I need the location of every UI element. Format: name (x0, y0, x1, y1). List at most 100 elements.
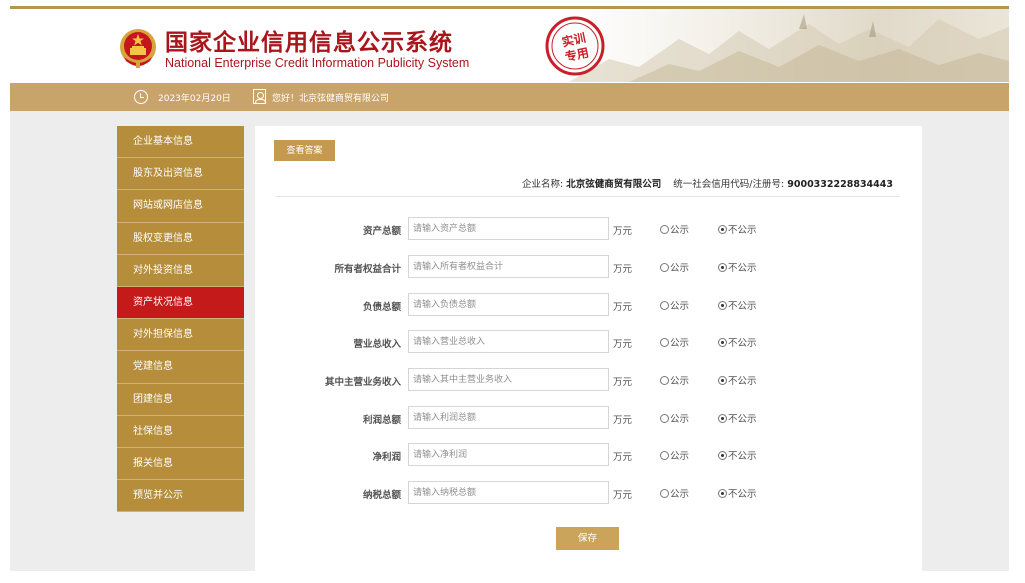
sidebar-item-equity-change[interactable]: 股权变更信息 (117, 222, 244, 255)
public-radio[interactable]: 公示 (660, 486, 689, 500)
public-radio[interactable]: 公示 (660, 298, 689, 312)
amount-input[interactable] (408, 406, 609, 429)
radio-checked-icon (718, 262, 727, 272)
form-row: 营业总收入 万元 公示 不公示 (255, 330, 922, 354)
public-radio[interactable]: 公示 (660, 411, 689, 425)
public-radio-label: 公示 (670, 451, 690, 462)
nonpublic-radio[interactable]: 不公示 (718, 298, 757, 312)
company-label: 企业名称: (521, 179, 564, 190)
public-radio-label: 公示 (670, 414, 690, 425)
nonpublic-radio[interactable]: 不公示 (718, 335, 757, 349)
sidebar-item-guarantee[interactable]: 对外担保信息 (117, 319, 244, 352)
radio-unchecked-icon (660, 375, 669, 385)
amount-input[interactable] (408, 443, 609, 466)
radio-unchecked-icon (660, 300, 669, 310)
training-stamp: 实训 专用 (545, 16, 605, 76)
site-title-chinese: 国家企业信用信息公示系统 (165, 30, 453, 56)
sidebar-item-preview-publish[interactable]: 预览并公示 (117, 480, 244, 513)
form-row: 利润总额 万元 公示 不公示 (255, 406, 922, 430)
public-radio[interactable]: 公示 (660, 448, 689, 462)
sidebar-item-basic-info[interactable]: 企业基本信息 (117, 126, 244, 159)
current-date: 2023年02月20日 (158, 94, 231, 104)
public-radio[interactable]: 公示 (660, 335, 689, 349)
sidebar-item-shareholders[interactable]: 股东及出资信息 (117, 158, 244, 191)
form-row: 负债总额 万元 公示 不公示 (255, 293, 922, 317)
field-label: 纳税总额 (362, 490, 401, 501)
nonpublic-radio-label: 不公示 (728, 451, 757, 462)
nonpublic-radio[interactable]: 不公示 (718, 260, 757, 274)
field-label: 营业总收入 (353, 339, 401, 350)
form-row: 其中主营业务收入 万元 公示 不公示 (255, 368, 922, 392)
unit-label: 万元 (613, 302, 633, 313)
sidebar-nav: 企业基本信息 股东及出资信息 网站或网店信息 股权变更信息 对外投资信息 资产状… (117, 126, 244, 513)
sidebar-item-investment[interactable]: 对外投资信息 (117, 254, 244, 287)
radio-checked-icon (718, 375, 727, 385)
user-icon (253, 89, 266, 104)
company-info-line: 企业名称: 北京弦健商贸有限公司 统一社会信用代码/注册号: 900033222… (522, 176, 893, 190)
amount-input[interactable] (408, 217, 609, 240)
amount-input[interactable] (408, 368, 609, 391)
nonpublic-radio[interactable]: 不公示 (718, 373, 757, 387)
divider (275, 196, 900, 197)
radio-checked-icon (718, 450, 727, 460)
radio-unchecked-icon (660, 224, 669, 234)
radio-unchecked-icon (660, 337, 669, 347)
nonpublic-radio[interactable]: 不公示 (718, 448, 757, 462)
mountain-illustration (569, 14, 1009, 82)
radio-checked-icon (718, 337, 727, 347)
unit-label: 万元 (613, 339, 633, 350)
amount-input[interactable] (408, 293, 609, 316)
field-label: 利润总额 (362, 415, 401, 426)
radio-unchecked-icon (660, 450, 669, 460)
form-row: 所有者权益合计 万元 公示 不公示 (255, 255, 922, 279)
public-radio[interactable]: 公示 (660, 222, 689, 236)
save-button[interactable]: 保存 (556, 527, 619, 550)
sidebar-item-website[interactable]: 网站或网店信息 (117, 190, 244, 223)
public-radio-label: 公示 (670, 263, 690, 274)
field-label: 负债总额 (362, 302, 401, 313)
radio-checked-icon (718, 224, 727, 234)
sidebar-item-customs[interactable]: 报关信息 (117, 447, 244, 481)
public-radio[interactable]: 公示 (660, 260, 689, 274)
unit-label: 万元 (613, 264, 633, 275)
nonpublic-radio[interactable]: 不公示 (718, 486, 757, 500)
site-header: 国家企业信用信息公示系统 National Enterprise Credit … (10, 9, 1009, 82)
nonpublic-radio[interactable]: 不公示 (718, 222, 757, 236)
public-radio-label: 公示 (670, 338, 690, 349)
nonpublic-radio-label: 不公示 (728, 338, 757, 349)
amount-input[interactable] (408, 255, 609, 278)
header-landscape-background (569, 9, 1009, 82)
nonpublic-radio-label: 不公示 (728, 489, 757, 500)
public-radio[interactable]: 公示 (660, 373, 689, 387)
radio-checked-icon (718, 413, 727, 423)
asset-form-panel: 查看答案 企业名称: 北京弦健商贸有限公司 统一社会信用代码/注册号: 9000… (255, 126, 922, 571)
sidebar-item-assets[interactable]: 资产状况信息 (117, 286, 244, 320)
amount-input[interactable] (408, 330, 609, 353)
public-radio-label: 公示 (670, 301, 690, 312)
field-label: 所有者权益合计 (334, 264, 401, 275)
radio-unchecked-icon (660, 413, 669, 423)
unit-label: 万元 (613, 452, 633, 463)
sidebar-item-party[interactable]: 党建信息 (117, 351, 244, 384)
amount-input[interactable] (408, 481, 609, 504)
form-row: 资产总额 万元 公示 不公示 (255, 217, 922, 241)
company-name: 北京弦健商贸有限公司 (566, 179, 662, 190)
nonpublic-radio[interactable]: 不公示 (718, 411, 757, 425)
radio-checked-icon (718, 488, 727, 498)
public-radio-label: 公示 (670, 225, 690, 236)
unit-label: 万元 (613, 226, 633, 237)
nonpublic-radio-label: 不公示 (728, 263, 757, 274)
sidebar-item-league[interactable]: 团建信息 (117, 383, 244, 416)
field-label: 净利润 (372, 452, 401, 463)
field-label: 其中主营业务收入 (324, 377, 401, 388)
public-radio-label: 公示 (670, 376, 690, 387)
unit-label: 万元 (613, 415, 633, 426)
clock-icon (134, 90, 148, 104)
view-answer-button[interactable]: 查看答案 (274, 140, 335, 161)
national-emblem-icon (120, 29, 156, 68)
form-row: 纳税总额 万元 公示 不公示 (255, 481, 922, 505)
user-greeting: 您好！北京弦健商贸有限公司 (272, 94, 390, 104)
nonpublic-radio-label: 不公示 (728, 225, 757, 236)
radio-unchecked-icon (660, 262, 669, 272)
sidebar-item-social-security[interactable]: 社保信息 (117, 415, 244, 448)
